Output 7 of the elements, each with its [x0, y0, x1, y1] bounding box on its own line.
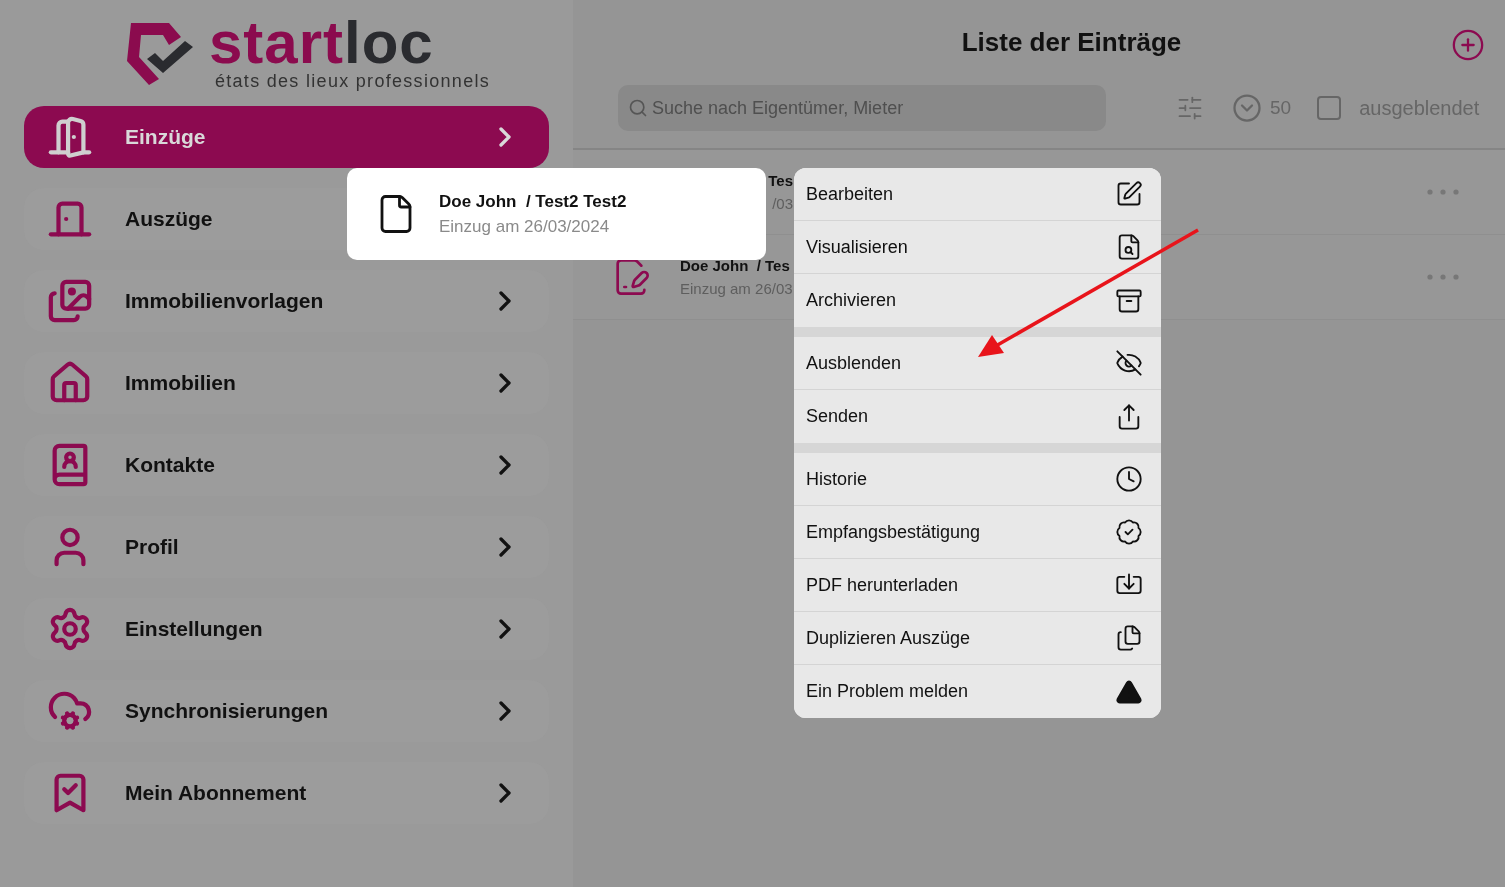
entry-subtitle: Einzug am 26/03: [680, 280, 793, 297]
brand-name: startloc: [208, 14, 434, 71]
page-title: Liste der Einträge: [961, 27, 1182, 58]
brand-tagline: états des lieux professionnels: [214, 70, 491, 92]
entry-title: Tes: [768, 172, 793, 189]
entry-subtitle: /03: [772, 195, 793, 212]
entry-title: Doe John / Tes: [680, 257, 790, 274]
